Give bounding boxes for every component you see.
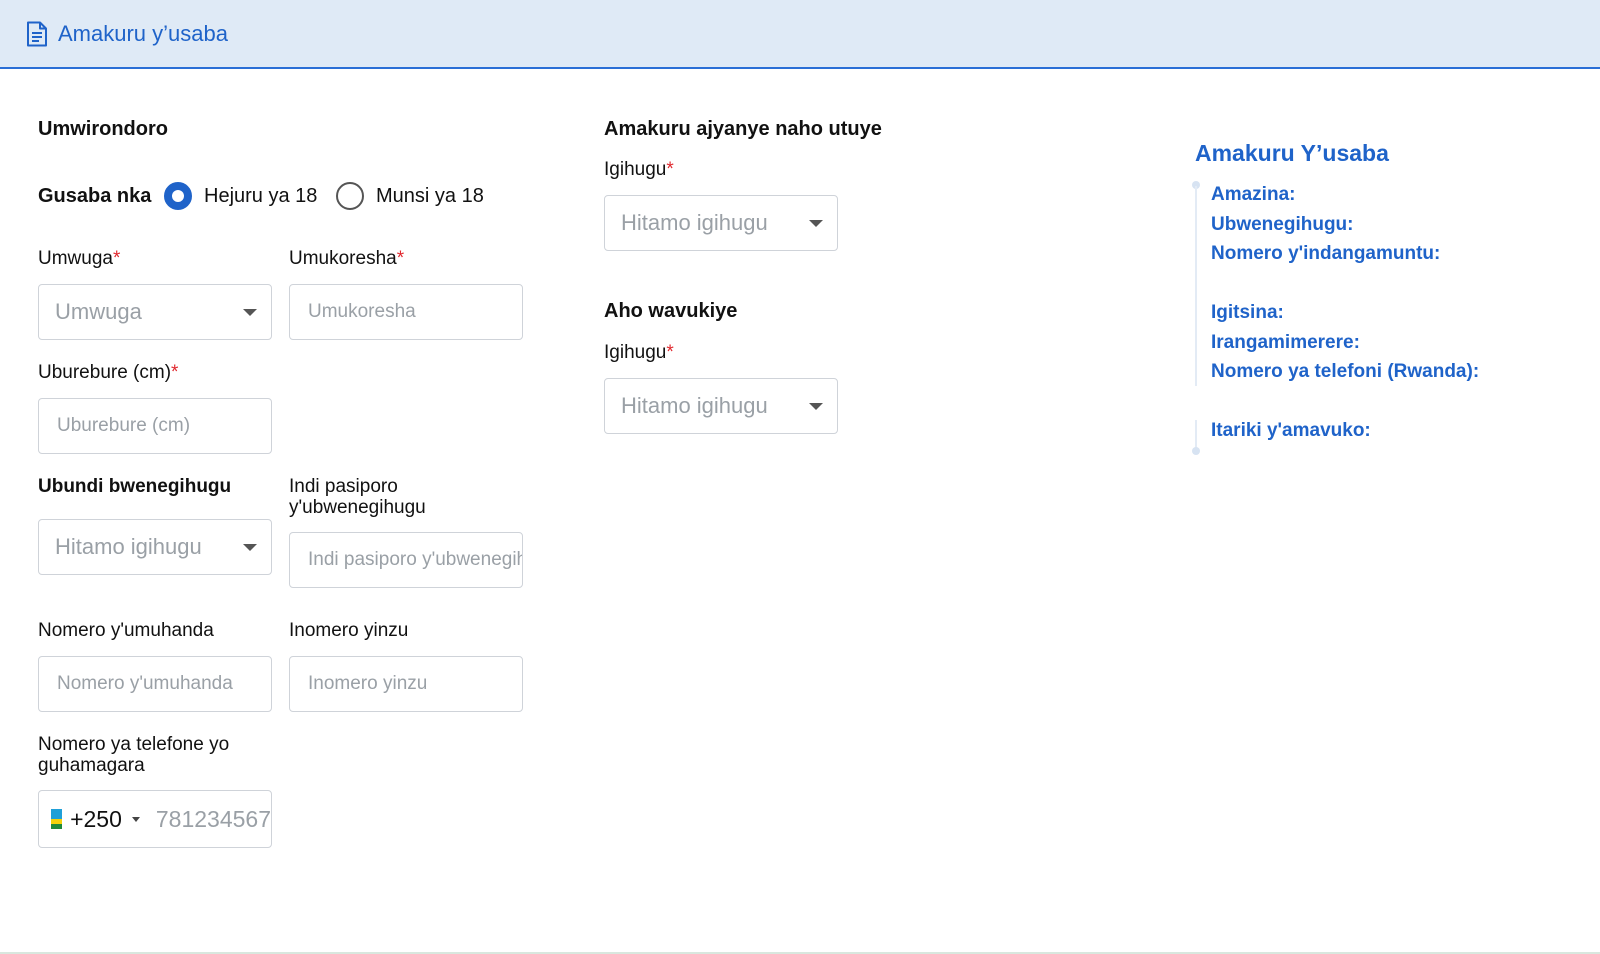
birthplace-country-label: Igihugu* <box>604 342 674 363</box>
employer-input[interactable]: Umukoresha <box>289 284 523 340</box>
dropdown-caret-icon <box>243 309 257 316</box>
summary-id-number: Nomero y'indangamuntu: <box>1211 243 1441 264</box>
radio-button[interactable] <box>336 182 364 210</box>
applies-as-label: Gusaba nka <box>38 185 152 207</box>
document-icon <box>26 21 48 47</box>
summary-phone: Nomero ya telefoni (Rwanda): <box>1211 361 1480 382</box>
occupation-select[interactable]: Umwuga <box>38 284 272 340</box>
timeline-dot <box>1192 447 1200 455</box>
height-input[interactable]: Uburebure (cm) <box>38 398 272 454</box>
residence-country-label: Igihugu* <box>604 159 674 180</box>
dropdown-caret-icon <box>243 544 257 551</box>
birthplace-country-select[interactable]: Hitamo igihugu <box>604 378 838 434</box>
page-header: Amakuru y’usaba <box>0 0 1600 69</box>
summary-birth-date: Itariki y'amavuko: <box>1211 420 1371 441</box>
rwanda-flag-icon[interactable] <box>51 809 63 829</box>
employer-placeholder: Umukoresha <box>308 301 416 322</box>
radio-label-under-18: Munsi ya 18 <box>376 184 484 207</box>
occupation-label: Umwuga* <box>38 248 121 269</box>
residence-heading: Amakuru ajyanye naho utuye <box>604 118 882 140</box>
phone-input[interactable]: +250 781234567 <box>38 790 272 848</box>
profile-heading: Umwirondoro <box>38 118 168 140</box>
other-nationality-select[interactable]: Hitamo igihugu <box>38 519 272 575</box>
house-number-placeholder: Inomero yinzu <box>308 673 428 694</box>
residence-country-placeholder: Hitamo igihugu <box>621 210 768 235</box>
birthplace-country-placeholder: Hitamo igihugu <box>621 393 768 418</box>
summary-title: Amakuru Y’usaba <box>1195 140 1389 166</box>
dial-code[interactable]: +250 <box>70 806 122 833</box>
employer-label: Umukoresha* <box>289 248 405 269</box>
timeline-line <box>1195 186 1197 386</box>
radio-button-selected[interactable] <box>164 182 192 210</box>
street-number-input[interactable]: Nomero y'umuhanda <box>38 656 272 712</box>
phone-label: Nomero ya telefone yo guhamagara <box>38 734 230 776</box>
summary-gender: Igitsina: <box>1211 302 1284 323</box>
summary-marital-status: Irangamimerere: <box>1211 332 1360 353</box>
dial-caret-icon[interactable] <box>131 816 140 822</box>
other-passport-label: Indi pasiporo y'ubwenegihugu <box>289 476 426 518</box>
occupation-placeholder: Umwuga <box>55 299 142 324</box>
radio-over-18[interactable]: Hejuru ya 18 <box>164 182 317 210</box>
other-nationality-label: Ubundi bwenegihugu <box>38 476 232 497</box>
street-number-label: Nomero y'umuhanda <box>38 620 214 641</box>
other-nationality-placeholder: Hitamo igihugu <box>55 534 202 559</box>
house-number-input[interactable]: Inomero yinzu <box>289 656 523 712</box>
summary-nationality: Ubwenegihugu: <box>1211 214 1354 235</box>
dropdown-caret-icon <box>809 220 823 227</box>
other-passport-placeholder: Indi pasiporo y'ubwenegihugu <box>308 549 522 570</box>
height-placeholder: Uburebure (cm) <box>57 415 191 436</box>
radio-label-over-18: Hejuru ya 18 <box>204 184 318 207</box>
house-number-label: Inomero yinzu <box>289 620 409 641</box>
phone-placeholder: 781234567 <box>155 805 271 832</box>
page-title: Amakuru y’usaba <box>58 20 228 46</box>
residence-country-select[interactable]: Hitamo igihugu <box>604 195 838 251</box>
street-number-placeholder: Nomero y'umuhanda <box>57 673 233 694</box>
summary-names: Amazina: <box>1211 184 1296 205</box>
height-label: Uburebure (cm)* <box>38 362 179 383</box>
timeline-line <box>1195 420 1197 450</box>
dropdown-caret-icon <box>809 403 823 410</box>
radio-under-18[interactable]: Munsi ya 18 <box>336 182 484 210</box>
other-passport-input[interactable]: Indi pasiporo y'ubwenegihugu <box>289 532 523 588</box>
birthplace-heading: Aho wavukiye <box>604 300 738 322</box>
